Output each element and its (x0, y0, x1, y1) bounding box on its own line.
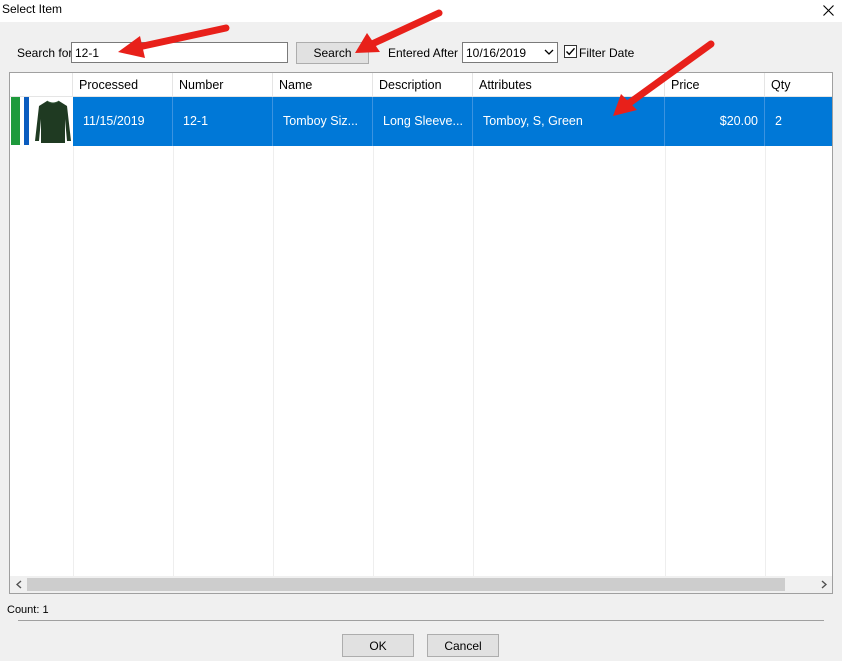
cell-name: Tomboy Siz... (273, 97, 373, 146)
cell-processed: 11/15/2019 (73, 97, 173, 146)
close-icon (822, 4, 834, 16)
title-bar: Select Item (0, 0, 842, 22)
filter-date-checkbox[interactable] (564, 45, 577, 58)
cell-attributes: Tomboy, S, Green (473, 97, 665, 146)
search-label: Search for (17, 46, 73, 60)
header-description[interactable]: Description (373, 73, 473, 97)
table-row[interactable]: 11/15/2019 12-1 Tomboy Siz... Long Sleev… (10, 97, 832, 146)
header-number[interactable]: Number (173, 73, 273, 97)
header-name[interactable]: Name (273, 73, 373, 97)
ok-button[interactable]: OK (342, 634, 414, 657)
item-grid[interactable]: Processed Number Name Description Attrib… (9, 72, 833, 594)
header-qty[interactable]: Qty (765, 73, 832, 97)
cancel-button[interactable]: Cancel (427, 634, 499, 657)
scroll-left-button[interactable] (10, 576, 27, 593)
header-price[interactable]: Price (665, 73, 765, 97)
column-separator (473, 73, 474, 578)
checkmark-icon (565, 47, 576, 56)
cell-number: 12-1 (173, 97, 273, 146)
header-processed[interactable]: Processed (73, 73, 217, 97)
date-value: 10/16/2019 (466, 46, 527, 60)
column-separator (173, 73, 174, 578)
scroll-right-button[interactable] (815, 576, 832, 593)
column-separator (665, 73, 666, 578)
close-button[interactable] (814, 0, 842, 20)
search-input[interactable] (71, 42, 288, 63)
chevron-down-icon (544, 49, 554, 55)
cell-qty: 2 (765, 97, 832, 146)
cell-price: $20.00 (665, 97, 765, 146)
entered-after-date-picker[interactable]: 10/16/2019 (462, 42, 558, 63)
scroll-thumb[interactable] (27, 578, 785, 591)
horizontal-scrollbar[interactable] (10, 576, 832, 593)
column-separator (373, 73, 374, 578)
chevron-right-icon (821, 580, 827, 589)
header-icon-column (10, 73, 73, 97)
header-attributes[interactable]: Attributes (473, 73, 665, 97)
column-separator (73, 73, 74, 578)
window-title: Select Item (2, 2, 63, 16)
cell-description: Long Sleeve... (373, 97, 473, 146)
column-separator (273, 73, 274, 578)
column-separator (765, 73, 766, 578)
filter-date-label: Filter Date (579, 46, 635, 60)
chevron-left-icon (15, 580, 21, 589)
item-count: Count: 1 (7, 604, 49, 616)
footer-divider (18, 620, 824, 621)
search-button[interactable]: Search (296, 42, 369, 64)
entered-after-label: Entered After (388, 46, 459, 60)
